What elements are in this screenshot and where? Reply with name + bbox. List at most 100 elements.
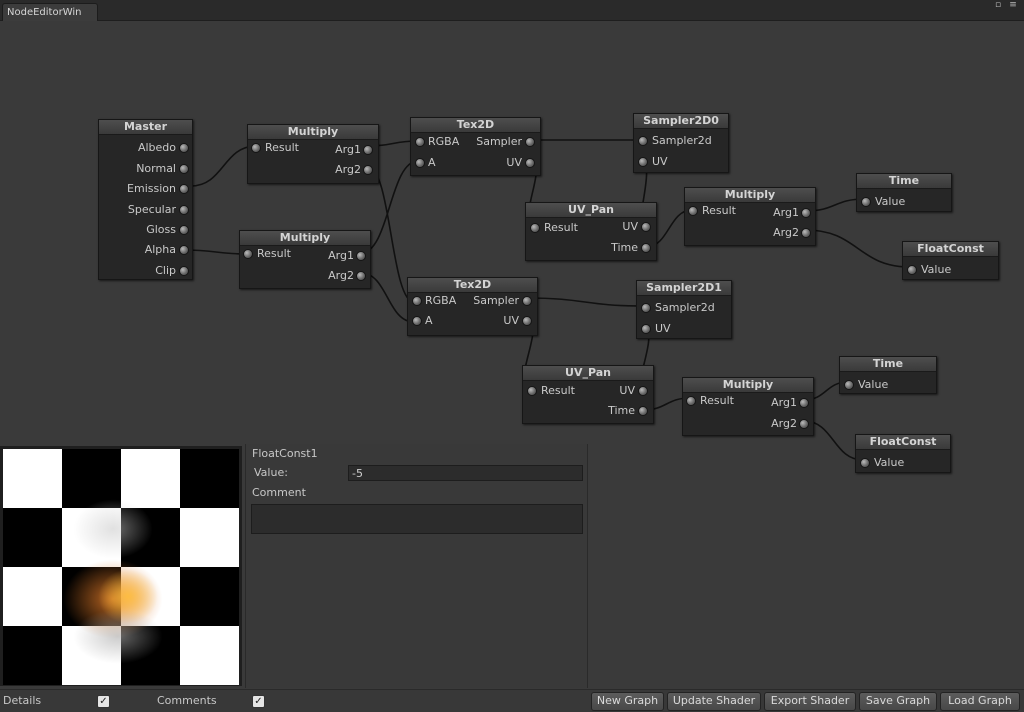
port-label: RGBA — [428, 135, 460, 148]
node-title: Sampler2D1 — [637, 281, 731, 296]
port-socket[interactable] — [527, 386, 537, 396]
port-specular[interactable] — [179, 205, 189, 215]
checker-cell — [121, 626, 180, 685]
port-socket[interactable] — [799, 398, 809, 408]
comment-label: Comment — [252, 486, 306, 499]
details-label: Details — [3, 694, 42, 707]
port-socket[interactable] — [525, 137, 535, 147]
port-emission[interactable] — [179, 184, 189, 194]
port-socket[interactable] — [525, 158, 535, 168]
port-label: Arg2 — [771, 417, 797, 430]
port-socket[interactable] — [860, 458, 870, 468]
checker-cell — [62, 449, 121, 508]
load-graph-button[interactable]: Load Graph — [940, 692, 1020, 711]
port-socket[interactable] — [530, 223, 540, 233]
port-socket[interactable] — [356, 251, 366, 261]
port-socket[interactable] — [638, 386, 648, 396]
port-socket[interactable] — [522, 296, 532, 306]
port-socket[interactable] — [251, 143, 261, 153]
port-socket[interactable] — [799, 419, 809, 429]
port-socket[interactable] — [356, 271, 366, 281]
port-label: Clip — [155, 264, 176, 277]
update-shader-button[interactable]: Update Shader — [667, 692, 761, 711]
port-albedo[interactable] — [179, 143, 189, 153]
port-socket[interactable] — [415, 137, 425, 147]
port-normal[interactable] — [179, 164, 189, 174]
checker-cell — [3, 508, 62, 567]
node-title: Tex2D — [408, 278, 537, 293]
node-title: UV_Pan — [523, 366, 653, 381]
port-socket[interactable] — [363, 165, 373, 175]
port-socket[interactable] — [861, 197, 871, 207]
checker-cell — [180, 626, 239, 685]
port-label: Value — [921, 263, 952, 276]
port-socket[interactable] — [638, 157, 648, 167]
port-clip[interactable] — [179, 266, 189, 276]
port-socket[interactable] — [243, 249, 253, 259]
port-label: Result — [265, 141, 299, 154]
port-label: Value — [874, 456, 905, 469]
port-label: UV — [655, 322, 671, 335]
export-shader-button[interactable]: Export Shader — [764, 692, 856, 711]
menu-icon[interactable]: ≡ — [1007, 1, 1019, 10]
node-title: Sampler2D0 — [634, 114, 728, 129]
port-socket[interactable] — [415, 158, 425, 168]
port-socket[interactable] — [522, 316, 532, 326]
port-label: Alpha — [144, 243, 176, 256]
port-label: RGBA — [425, 294, 457, 307]
checker-cell — [180, 449, 239, 508]
port-label: UV — [652, 155, 668, 168]
value-input[interactable] — [348, 465, 583, 481]
checker-cell — [62, 508, 121, 567]
checker-cell — [180, 567, 239, 626]
port-socket[interactable] — [641, 222, 651, 232]
node-title: FloatConst — [856, 435, 950, 450]
port-label: A — [428, 156, 436, 169]
port-socket[interactable] — [641, 243, 651, 253]
port-label: Result — [544, 221, 578, 234]
checker-cell — [3, 626, 62, 685]
port-socket[interactable] — [638, 136, 648, 146]
inspector-panel: FloatConst1 Value: Comment — [245, 444, 588, 688]
port-label: Arg1 — [328, 249, 354, 262]
port-socket[interactable] — [801, 228, 811, 238]
checker-cell — [3, 567, 62, 626]
port-socket[interactable] — [641, 324, 651, 334]
port-label: Specular — [127, 203, 176, 216]
node-title: Master — [99, 120, 192, 135]
details-checkbox[interactable]: ✓ — [97, 695, 110, 708]
comment-field[interactable] — [251, 504, 583, 534]
port-label: Normal — [136, 162, 176, 175]
port-socket[interactable] — [907, 265, 917, 275]
port-socket[interactable] — [363, 145, 373, 155]
new-graph-button[interactable]: New Graph — [591, 692, 664, 711]
port-label: Arg1 — [773, 206, 799, 219]
port-label: UV — [622, 220, 638, 233]
port-socket[interactable] — [412, 296, 422, 306]
bottom-toolbar: Details ✓ Comments ✓ New Graph Update Sh… — [0, 689, 1024, 712]
port-socket[interactable] — [641, 303, 651, 313]
port-socket[interactable] — [688, 206, 698, 216]
port-alpha[interactable] — [179, 245, 189, 255]
tab-node-editor[interactable]: NodeEditorWin — [2, 3, 98, 21]
save-graph-button[interactable]: Save Graph — [859, 692, 937, 711]
port-label: Result — [700, 394, 734, 407]
maximize-icon[interactable]: ▫ — [992, 1, 1004, 10]
port-label: Sampler2d — [652, 134, 712, 147]
port-label: Arg1 — [335, 143, 361, 156]
port-socket[interactable] — [844, 380, 854, 390]
port-socket[interactable] — [801, 208, 811, 218]
comments-checkbox[interactable]: ✓ — [252, 695, 265, 708]
port-gloss[interactable] — [179, 225, 189, 235]
checker-cell — [3, 449, 62, 508]
port-socket[interactable] — [686, 396, 696, 406]
port-label: Result — [541, 384, 575, 397]
port-label: Time — [611, 241, 638, 254]
node-title: Multiply — [683, 378, 813, 393]
port-socket[interactable] — [412, 316, 422, 326]
checker-cell — [62, 567, 121, 626]
port-label: Result — [702, 204, 736, 217]
port-socket[interactable] — [638, 406, 648, 416]
port-label: Albedo — [137, 141, 176, 154]
title-bar: NodeEditorWin ▫ ≡ — [0, 0, 1024, 21]
